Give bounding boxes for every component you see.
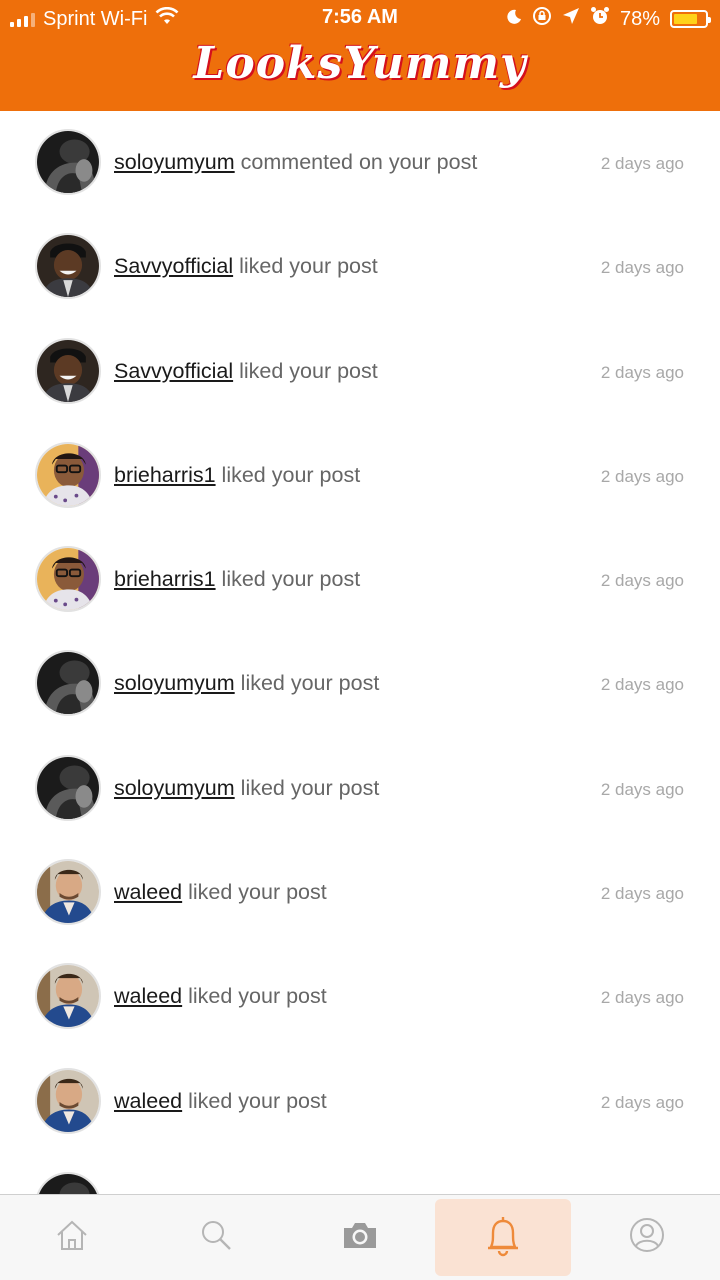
notification-action: liked your post xyxy=(234,671,380,696)
notification-row[interactable]: waleed liked your post 2 days ago xyxy=(0,841,720,945)
notification-text: soloyumyum commented on your post xyxy=(114,150,477,175)
battery-icon xyxy=(670,10,711,28)
notification-row[interactable]: soloyumyum commented on your post 2 days … xyxy=(0,111,720,215)
notification-text: brieharris1 liked your post xyxy=(114,463,360,488)
tab-bar xyxy=(0,1194,720,1280)
notification-row[interactable]: Savvyofficial liked your post 2 days ago xyxy=(0,215,720,319)
notification-action: liked your post xyxy=(233,358,378,383)
location-arrow-icon xyxy=(562,7,580,31)
notification-time: 2 days ago xyxy=(600,362,684,382)
notification-time: 2 days ago xyxy=(600,988,684,1008)
tab-home[interactable] xyxy=(0,1195,144,1280)
username-link[interactable]: brieharris1 xyxy=(114,463,216,487)
notification-text: Savvyofficial liked your post xyxy=(114,359,378,384)
notification-text: soloyumyum liked your post xyxy=(114,671,379,696)
notification-time: 2 days ago xyxy=(600,1092,684,1112)
app-logo: LooksYummy xyxy=(193,38,527,89)
notification-row[interactable]: waleed liked your post 2 days ago xyxy=(0,1050,720,1154)
bell-icon xyxy=(483,1213,523,1262)
notification-row[interactable]: waleed liked your post 2 days ago xyxy=(0,945,720,1049)
app-header: Sprint Wi-Fi 7:56 AM 78% LooksYummy xyxy=(0,0,720,111)
notification-action: liked your post xyxy=(215,567,361,592)
avatar[interactable] xyxy=(35,546,101,613)
profile-icon xyxy=(628,1216,666,1259)
avatar[interactable] xyxy=(35,754,101,821)
notification-action: liked your post xyxy=(182,880,327,905)
notification-action: liked your post xyxy=(215,462,361,487)
battery-percent: 78% xyxy=(619,7,660,30)
notification-text: Savvyofficial liked your post xyxy=(114,254,378,279)
notification-row[interactable]: soloyumyum liked your post 2 days ago xyxy=(0,737,720,841)
notification-text: waleed liked your post xyxy=(114,984,327,1009)
username-link[interactable]: waleed xyxy=(114,984,182,1008)
avatar[interactable] xyxy=(35,129,101,195)
notification-time: 2 days ago xyxy=(600,154,684,173)
search-icon xyxy=(198,1217,234,1258)
tab-profile[interactable] xyxy=(575,1195,719,1280)
notification-action: liked your post xyxy=(234,775,380,800)
notification-time: 2 days ago xyxy=(600,466,684,486)
notification-action: commented on your post xyxy=(234,150,478,174)
username-link[interactable]: brieharris1 xyxy=(114,567,216,591)
avatar[interactable] xyxy=(35,337,101,404)
username-link[interactable]: Savvyofficial xyxy=(114,359,233,383)
notification-row[interactable]: soloyumyum liked your post 2 days ago xyxy=(0,632,720,736)
notification-row[interactable]: brieharris1 liked your post 2 days ago xyxy=(0,424,720,528)
notification-time: 2 days ago xyxy=(600,779,684,799)
notification-text: waleed liked your post xyxy=(114,1089,327,1114)
notification-action: liked your post xyxy=(182,1088,327,1113)
status-bar: Sprint Wi-Fi 7:56 AM 78% xyxy=(0,0,720,36)
notification-row[interactable]: brieharris1 liked your post 2 days ago xyxy=(0,528,720,632)
notification-text: waleed liked your post xyxy=(114,880,327,905)
avatar[interactable] xyxy=(35,1067,101,1134)
camera-icon xyxy=(341,1219,379,1256)
avatar[interactable] xyxy=(35,859,101,926)
notification-time: 2 days ago xyxy=(600,675,684,695)
username-link[interactable]: soloyumyum xyxy=(114,150,235,174)
tab-search[interactable] xyxy=(144,1195,288,1280)
moon-icon xyxy=(506,8,522,31)
notification-row[interactable]: Savvyofficial liked your post 2 days ago xyxy=(0,320,720,424)
avatar[interactable] xyxy=(35,963,101,1030)
notification-list: soloyumyum commented on your post 2 days … xyxy=(0,111,720,1258)
home-icon xyxy=(54,1217,90,1258)
rotation-lock-icon xyxy=(532,6,552,32)
tab-bell[interactable] xyxy=(435,1199,571,1276)
username-link[interactable]: waleed xyxy=(114,880,182,904)
notification-text: brieharris1 liked your post xyxy=(114,567,360,592)
avatar[interactable] xyxy=(35,650,101,717)
avatar[interactable] xyxy=(35,233,101,300)
alarm-icon xyxy=(590,6,610,32)
tab-camera[interactable] xyxy=(288,1195,432,1280)
avatar[interactable] xyxy=(35,441,101,508)
username-link[interactable]: soloyumyum xyxy=(114,671,235,695)
notification-time: 2 days ago xyxy=(600,258,684,278)
notification-action: liked your post xyxy=(233,254,378,279)
username-link[interactable]: Savvyofficial xyxy=(114,254,233,278)
notification-time: 2 days ago xyxy=(600,884,684,904)
notification-action: liked your post xyxy=(182,984,327,1009)
notification-text: soloyumyum liked your post xyxy=(114,776,379,801)
notification-time: 2 days ago xyxy=(600,571,684,591)
username-link[interactable]: soloyumyum xyxy=(114,776,235,800)
username-link[interactable]: waleed xyxy=(114,1089,182,1113)
